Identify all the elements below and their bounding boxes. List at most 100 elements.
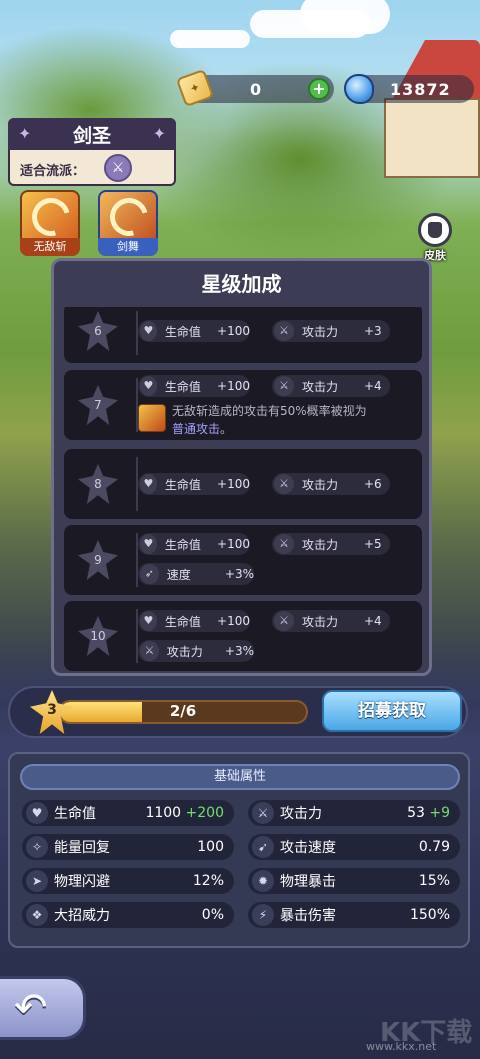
tier-number: 9 (94, 553, 102, 567)
tier-row: 10 ♥ 生命值 +100 ⚔ 攻击力 +4 ⚔ 攻击力 +3% (64, 601, 422, 671)
stat-value: +100 (217, 537, 250, 551)
desc-text: 无敌斩造成的攻击有50%概率被视为 (172, 404, 367, 418)
stat-chip: ♥ 生命值 +100 (138, 320, 250, 342)
stat-value: +3 (364, 324, 382, 338)
heart-icon: ♥ (140, 611, 157, 631)
stat-label: 攻击力 (302, 537, 339, 552)
attribute-value: 1100 +200 (145, 805, 224, 821)
tier-list[interactable]: 6 ♥ 生命值 +100 ⚔ 攻击力 +3 7 ♥ 生命值 +100 ⚔ 攻击力… (64, 307, 422, 673)
star-bonus-panel: 星级加成 6 ♥ 生命值 +100 ⚔ 攻击力 +3 7 ♥ 生命值 +100 … (51, 258, 432, 676)
skill-1-button[interactable]: 无敌斩 (20, 190, 80, 256)
ultimate-icon: ❖ (26, 904, 48, 926)
stat-chip: ⚔ 攻击力 +3 (272, 320, 390, 342)
desc-highlight: 普通攻击 (172, 422, 221, 436)
heart-icon: ♥ (140, 474, 157, 494)
stat-chip: ♥ 生命值 +100 (138, 473, 250, 495)
sword-icon: ⚔ (274, 611, 294, 631)
sword-dance-skill-icon (103, 191, 155, 243)
stat-chip: ♥ 生命值 +100 (138, 610, 250, 632)
stat-label: 生命值 (164, 537, 201, 552)
stat-label: 攻击力 (302, 324, 339, 339)
attribute-name: 暴击伤害 (280, 908, 336, 924)
stat-value: +6 (364, 477, 382, 491)
stat-value: +3% (224, 567, 254, 581)
stat-label: 攻击力 (302, 379, 339, 394)
attribute-value: 0.79 (418, 839, 450, 855)
attribute-name: 攻击力 (280, 806, 322, 822)
stat-chip: ⚔ 攻击力 +4 (272, 610, 390, 632)
back-arrow-icon: ↶ (14, 985, 48, 1031)
attribute-name: 攻击速度 (280, 840, 336, 856)
stat-value: +100 (217, 324, 250, 338)
heart-icon: ♥ (26, 802, 48, 824)
attribute-name: 大招威力 (54, 908, 110, 924)
slash-skill-icon (138, 404, 166, 432)
stat-chip: ⚔ 攻击力 +5 (272, 533, 390, 555)
attribute-row: ⚔ 攻击力 53 +9 (248, 800, 460, 826)
stat-value: +5 (364, 537, 382, 551)
watermark-text: www.kkx.net (366, 1040, 437, 1053)
stat-label: 生命值 (164, 614, 201, 629)
add-ticket-button[interactable]: + (308, 78, 330, 100)
dodge-icon: ➤ (26, 870, 48, 892)
stat-label: 攻击力 (302, 477, 339, 492)
stat-value: +100 (217, 614, 250, 628)
back-button[interactable]: ↶ (0, 976, 86, 1040)
stat-chip: ♥ 生命值 +100 (138, 533, 250, 555)
tier-number: 7 (94, 398, 102, 412)
slash-skill-icon (25, 191, 77, 243)
recruit-button[interactable]: 招募获取 (322, 690, 462, 732)
sword-icon: ⚔ (274, 376, 294, 396)
stat-label: 生命值 (164, 379, 201, 394)
tier-number: 6 (94, 324, 102, 338)
tier-description: 无敌斩造成的攻击有50%概率被视为 普通攻击。 (172, 402, 412, 438)
stat-chip: ➶ 速度 +3% (138, 563, 254, 585)
stat-value: +4 (364, 379, 382, 393)
star-deco-icon: ✦ (18, 124, 32, 143)
attribute-row: ✹ 物理暴击 15% (248, 868, 460, 894)
progress-text: 2/6 (169, 702, 197, 720)
sword-icon: ⚔ (252, 802, 274, 824)
attribute-row: ❖ 大招威力 0% (22, 902, 234, 928)
tier-row: 6 ♥ 生命值 +100 ⚔ 攻击力 +3 (64, 307, 422, 363)
stat-chip: ♥ 生命值 +100 (138, 375, 250, 397)
gem-icon (344, 74, 374, 104)
stat-value: +100 (217, 477, 250, 491)
skill-2-button[interactable]: 剑舞 (98, 190, 158, 256)
skin-button[interactable]: 皮肤 (414, 213, 456, 263)
stat-label: 生命值 (164, 477, 201, 492)
attribute-value: 0% (201, 907, 224, 923)
style-label: 适合流派： (20, 164, 86, 179)
sword-icon: ⚔ (274, 321, 294, 341)
crit-icon: ✹ (252, 870, 274, 892)
style-sword-icon[interactable]: ⚔ (104, 154, 132, 182)
star-panel-title: 星级加成 (201, 272, 282, 296)
star-progress-bar: 2/6 3 招募获取 (8, 686, 468, 738)
attack-speed-icon: ➹ (252, 836, 274, 858)
sword-icon: ⚔ (274, 534, 294, 554)
attribute-row: ➹ 攻击速度 0.79 (248, 834, 460, 860)
attribute-number: 53 (407, 805, 425, 821)
attribute-value: 15% (418, 873, 450, 889)
attribute-row: ✧ 能量回复 100 (22, 834, 234, 860)
attribute-name: 物理暴击 (280, 874, 336, 890)
attribute-value: 53 +9 (407, 805, 450, 821)
attribute-name: 生命值 (54, 806, 96, 822)
attribute-row: ➤ 物理闪避 12% (22, 868, 234, 894)
stat-value: +3% (224, 644, 254, 658)
character-card: ✦ 剑圣 ✦ 适合流派： ⚔ (8, 118, 176, 186)
heart-icon: ♥ (140, 534, 157, 554)
stat-chip: ⚔ 攻击力 +6 (272, 473, 390, 495)
attribute-number: 1100 (145, 805, 182, 821)
sword-icon: ⚔ (274, 474, 294, 494)
attribute-name: 能量回复 (54, 840, 110, 856)
tier-row: 7 ♥ 生命值 +100 ⚔ 攻击力 +4 无敌斩造成的攻击有50%概率被视为 … (64, 370, 422, 440)
stat-chip: ⚔ 攻击力 +3% (138, 640, 254, 662)
attribute-row: ♥ 生命值 1100 +200 (22, 800, 234, 826)
attribute-value: 150% (409, 907, 450, 923)
stat-label: 攻击力 (302, 614, 339, 629)
tier-row: 8 ♥ 生命值 +100 ⚔ 攻击力 +6 (64, 449, 422, 519)
attribute-value: 12% (192, 873, 224, 889)
tier-number: 8 (94, 477, 102, 491)
star-level-number: 3 (47, 702, 57, 718)
